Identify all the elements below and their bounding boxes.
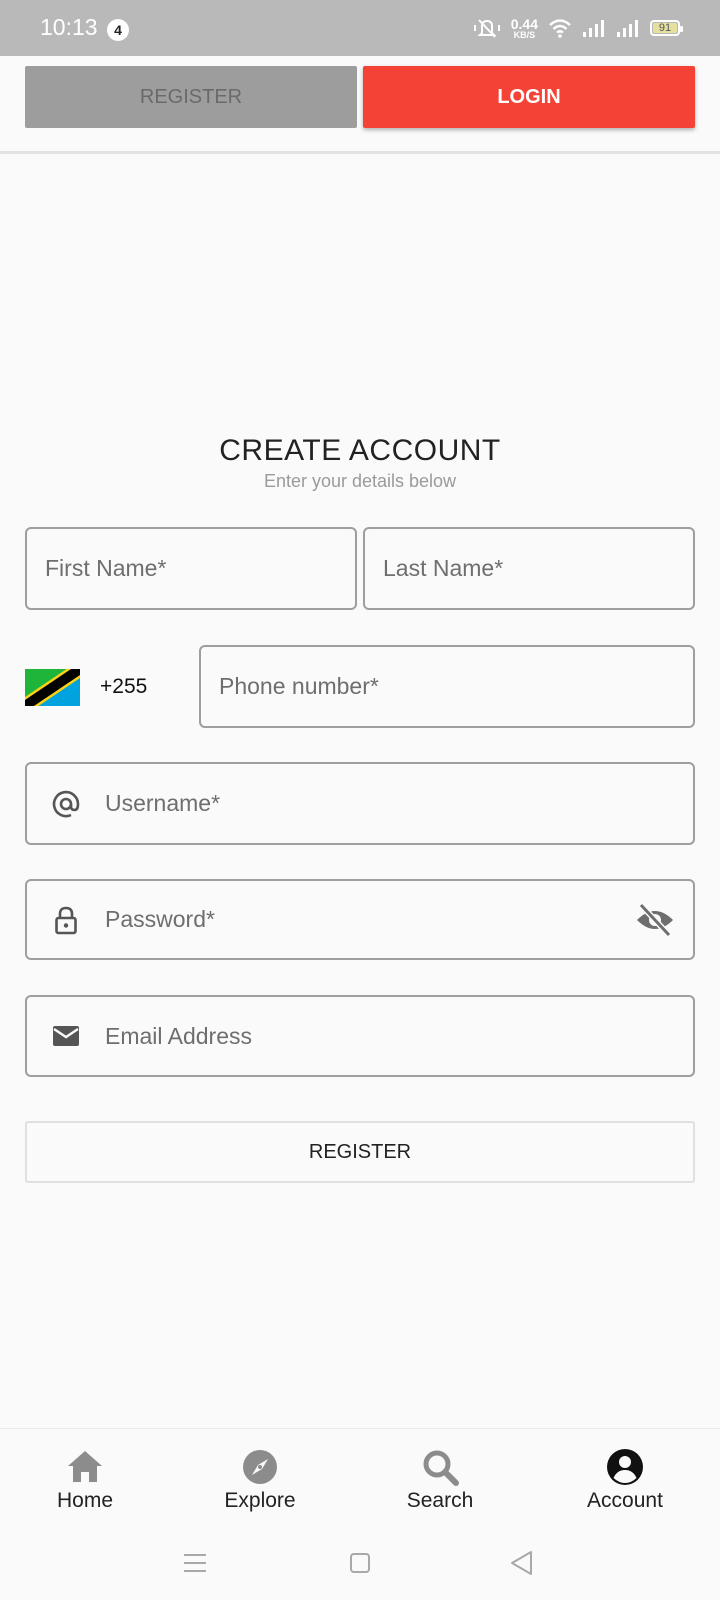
signal-icon: [583, 20, 604, 37]
nav-label-home: Home: [56, 1489, 114, 1512]
network-speed: 0.44 KB/S: [511, 17, 538, 40]
nav-label-search: Search: [406, 1489, 474, 1512]
first-name-input[interactable]: [45, 529, 343, 608]
status-indicators: 0.44 KB/S 91: [473, 14, 683, 42]
mail-icon: [53, 1026, 79, 1046]
dial-code: +255: [100, 675, 148, 698]
username-field[interactable]: [25, 762, 695, 845]
battery-icon: 91: [650, 20, 683, 36]
lock-icon: [55, 906, 77, 934]
network-speed-value: 0.44: [510, 15, 538, 32]
compass-icon: [243, 1450, 277, 1484]
home-square-icon[interactable]: [345, 1548, 375, 1578]
auth-tab-strip: REGISTER LOGIN: [0, 56, 720, 154]
password-input[interactable]: [105, 881, 621, 958]
register-submit-button[interactable]: REGISTER: [25, 1121, 695, 1183]
back-triangle-icon[interactable]: [507, 1548, 537, 1578]
notification-count-badge: 4: [107, 19, 129, 41]
nav-label-account: Account: [587, 1489, 663, 1512]
page-title: CREATE ACCOUNT: [219, 434, 501, 467]
country-code-picker[interactable]: +255: [25, 668, 147, 706]
nav-item-account[interactable]: Account: [540, 1447, 710, 1513]
phone-input[interactable]: [219, 647, 681, 726]
wifi-icon: [549, 19, 571, 38]
nav-item-explore[interactable]: Explore: [175, 1447, 345, 1513]
visibility-off-icon[interactable]: [635, 902, 675, 938]
mute-vibrate-icon: [473, 19, 500, 38]
nav-label-explore: Explore: [224, 1489, 296, 1512]
phone-field[interactable]: [199, 645, 695, 728]
status-time: 10:13: [40, 14, 98, 40]
at-sign-icon: [52, 790, 80, 817]
battery-level: 91: [658, 22, 672, 34]
search-icon: [423, 1450, 459, 1486]
nav-item-home[interactable]: Home: [0, 1447, 170, 1513]
password-field[interactable]: [25, 879, 695, 960]
system-navigation-bar: [0, 1528, 720, 1600]
first-name-field[interactable]: [25, 527, 357, 610]
email-input[interactable]: [105, 997, 621, 1075]
network-speed-unit: KB/S: [513, 29, 536, 40]
username-input[interactable]: [105, 764, 621, 843]
tanzania-flag-icon: [25, 668, 80, 706]
tab-register[interactable]: REGISTER: [25, 66, 357, 128]
menu-icon[interactable]: [180, 1548, 210, 1578]
email-field[interactable]: [25, 995, 695, 1077]
last-name-input[interactable]: [383, 529, 681, 608]
account-circle-icon: [607, 1449, 643, 1485]
bottom-navigation: Home Explore Search Account: [0, 1428, 720, 1528]
tab-login[interactable]: LOGIN: [363, 66, 695, 128]
nav-item-search[interactable]: Search: [355, 1447, 525, 1513]
page-subtitle: Enter your details below: [263, 471, 457, 491]
home-icon: [68, 1451, 102, 1482]
status-bar: 10:13 4 0.44 KB/S 91: [0, 0, 720, 56]
signal-icon: [617, 20, 638, 37]
last-name-field[interactable]: [363, 527, 695, 610]
